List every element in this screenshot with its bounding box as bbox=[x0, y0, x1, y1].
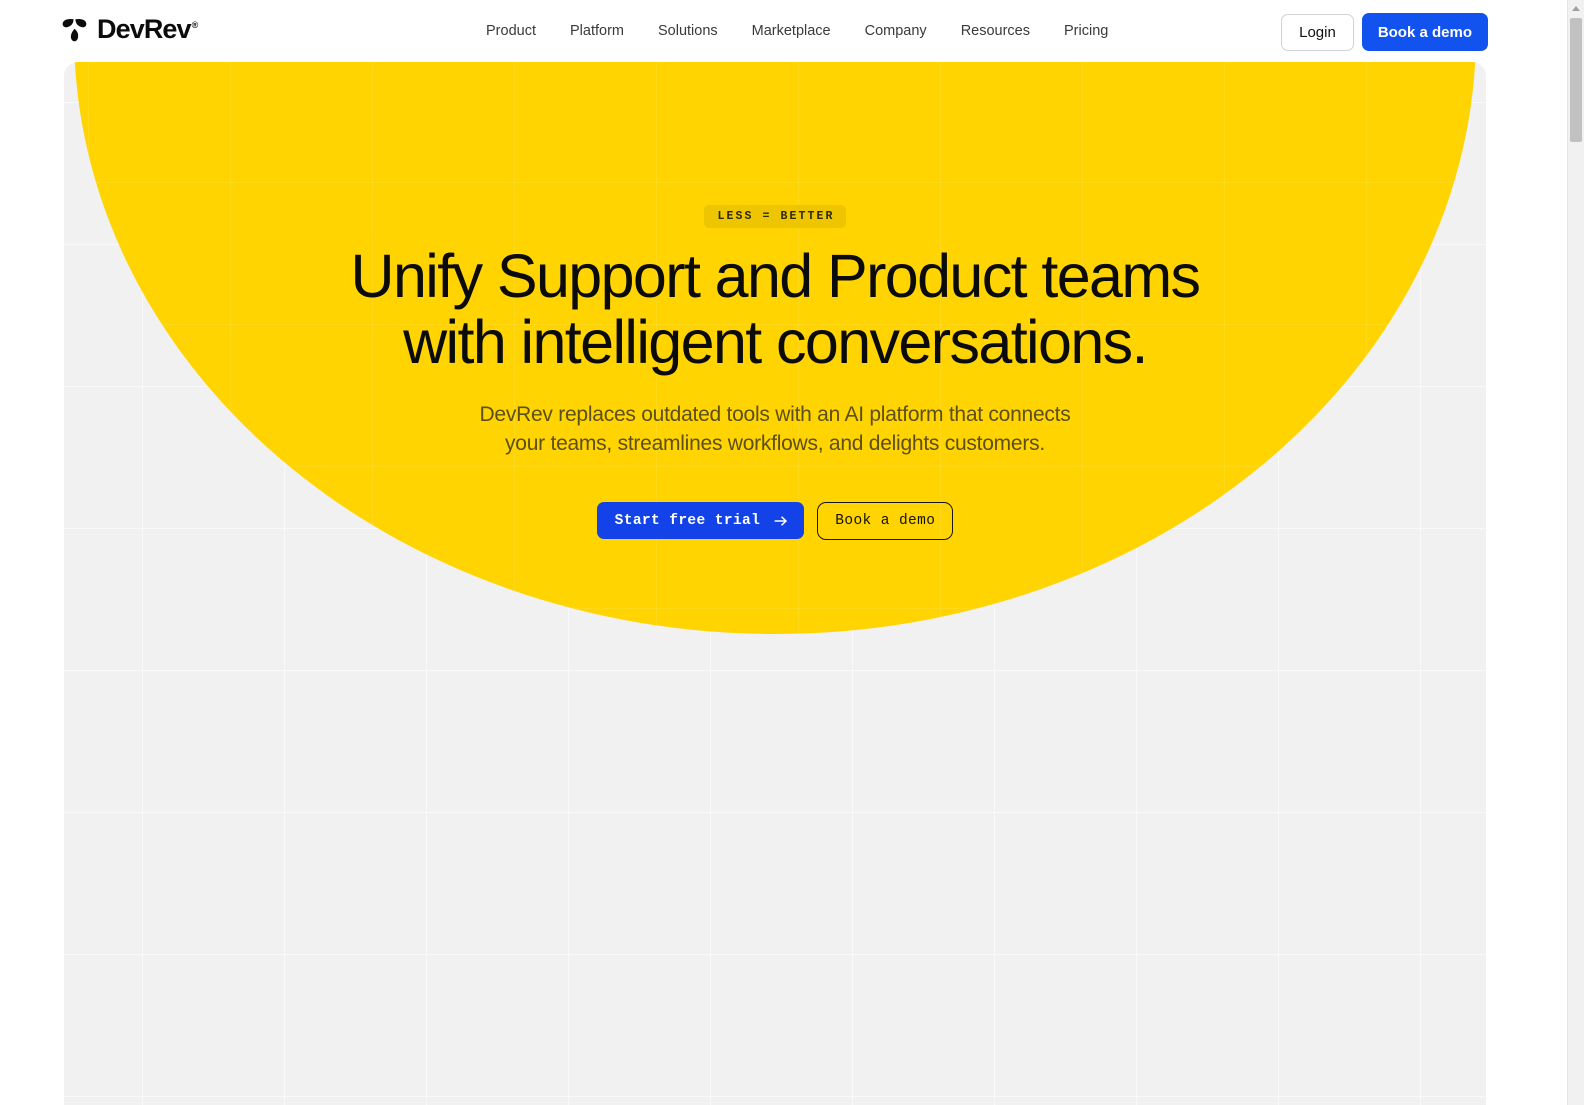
page-root: DevRev® Product Platform Solutions Marke… bbox=[0, 0, 1584, 1105]
hero-section: LESS = BETTER Unify Support and Product … bbox=[64, 62, 1486, 1105]
hero-cta-group: Start free trial Book a demo bbox=[596, 501, 954, 540]
nav-item-company[interactable]: Company bbox=[848, 0, 944, 62]
brand-wordmark: DevRev® bbox=[97, 14, 199, 44]
caret-up-icon[interactable] bbox=[1568, 0, 1584, 17]
devrev-pinwheel-logo-icon bbox=[62, 18, 87, 42]
hero-subtitle: DevRev replaces outdated tools with an A… bbox=[479, 402, 1071, 455]
brand-name: DevRev bbox=[97, 14, 192, 44]
hero-title-line-2: with intelligent conversations. bbox=[403, 307, 1148, 376]
arrow-right-icon bbox=[774, 516, 787, 526]
login-button[interactable]: Login bbox=[1281, 13, 1354, 51]
site-header: DevRev® Product Platform Solutions Marke… bbox=[0, 0, 1562, 62]
nav-item-resources[interactable]: Resources bbox=[944, 0, 1047, 62]
header-book-demo-button[interactable]: Book a demo bbox=[1361, 13, 1488, 51]
hero-title-line-1: Unify Support and Product teams bbox=[350, 242, 1202, 310]
start-free-trial-label: Start free trial bbox=[614, 512, 761, 529]
nav-item-platform[interactable]: Platform bbox=[553, 0, 641, 62]
hero-content: LESS = BETTER Unify Support and Product … bbox=[64, 62, 1486, 540]
nav-item-solutions[interactable]: Solutions bbox=[641, 0, 735, 62]
main-navigation: Product Platform Solutions Marketplace C… bbox=[486, 0, 1125, 62]
vertical-scrollbar[interactable] bbox=[1567, 0, 1584, 1105]
brand-trademark: ® bbox=[191, 20, 199, 30]
nav-item-product[interactable]: Product bbox=[486, 0, 553, 62]
scrollbar-thumb[interactable] bbox=[1570, 18, 1582, 142]
hero-eyebrow-badge: LESS = BETTER bbox=[704, 205, 846, 228]
start-free-trial-button[interactable]: Start free trial bbox=[596, 502, 805, 540]
nav-item-pricing[interactable]: Pricing bbox=[1047, 0, 1125, 62]
brand-logo[interactable]: DevRev® bbox=[62, 14, 199, 44]
nav-item-marketplace[interactable]: Marketplace bbox=[735, 0, 848, 62]
header-actions: Login Book a demo bbox=[1281, 13, 1488, 51]
hero-book-demo-button[interactable]: Book a demo bbox=[817, 501, 954, 540]
hero-title: Unify Support and Product teams with int… bbox=[350, 242, 1202, 376]
